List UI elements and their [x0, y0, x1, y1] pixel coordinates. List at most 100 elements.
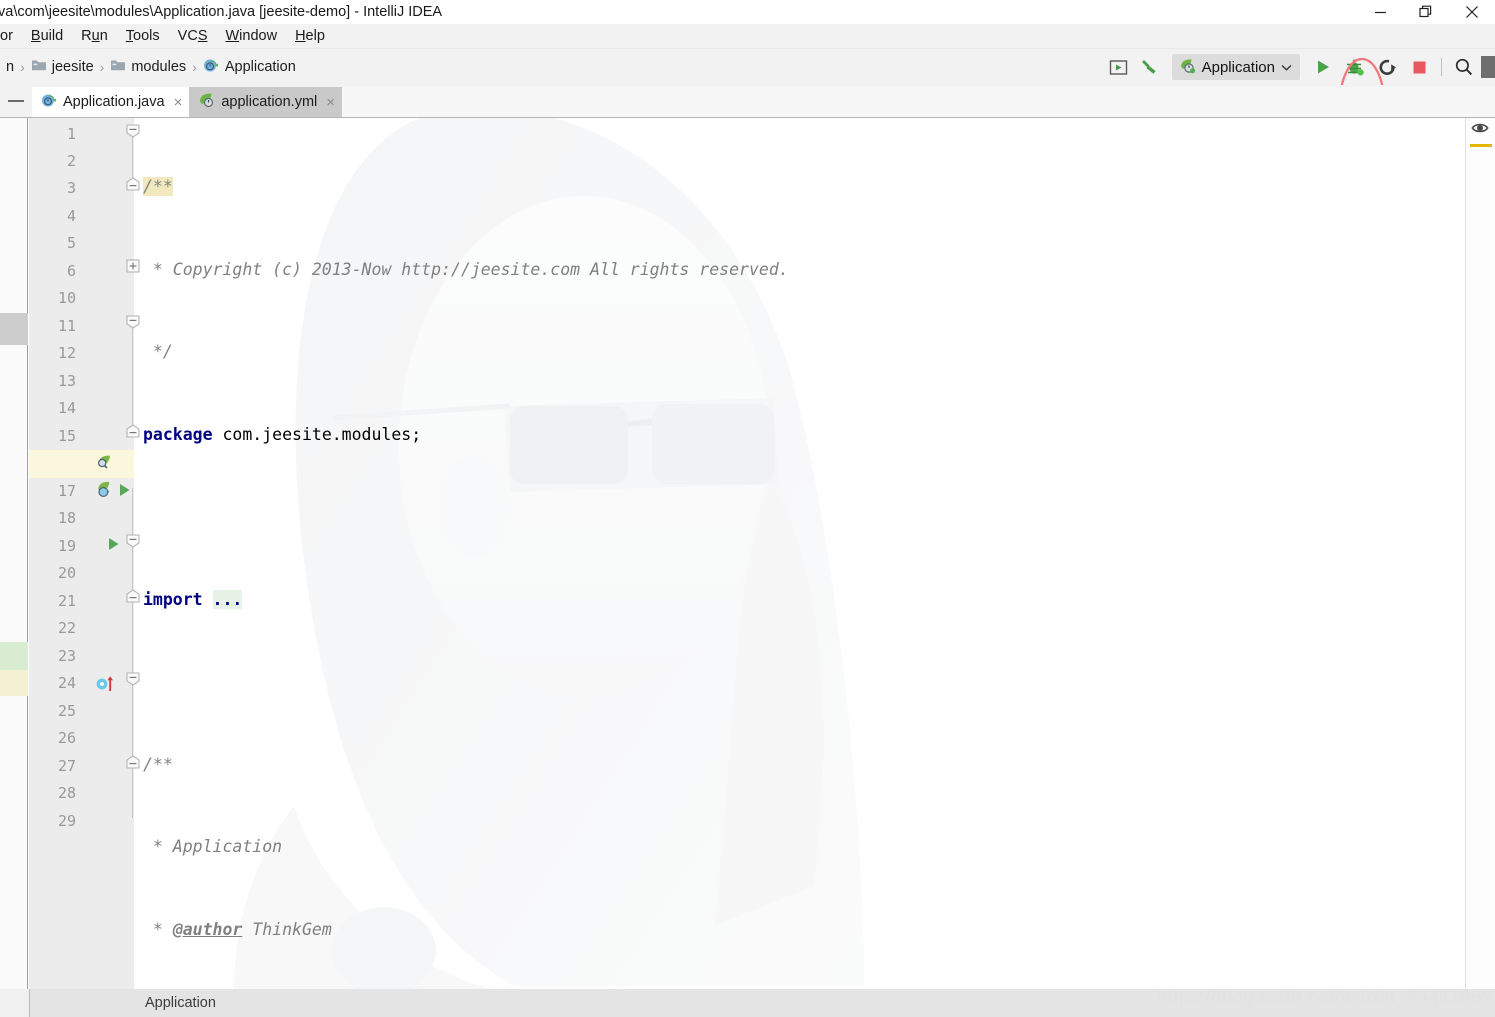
- code-line[interactable]: import ...: [134, 586, 1465, 614]
- menu-item-window[interactable]: Window: [216, 26, 286, 47]
- navigation-bar: n › jeesite › modules › Application Appl…: [0, 49, 1495, 149]
- minimize-button[interactable]: [1357, 0, 1403, 24]
- stop-button[interactable]: [1404, 52, 1434, 82]
- tool-window-strip[interactable]: [0, 118, 28, 989]
- breadcrumb-separator: ›: [192, 59, 197, 75]
- spring-boot-class-icon[interactable]: [95, 480, 115, 505]
- select-opened-file-icon[interactable]: [1104, 52, 1134, 82]
- strip-band-grey: [0, 313, 28, 345]
- menu-item-vcs[interactable]: VCS: [169, 26, 217, 47]
- menu-bar: or Build Run Tools VCS Window Help: [0, 24, 1495, 49]
- line-number: 27: [57, 757, 76, 775]
- tab-bar-filler: [342, 87, 1495, 117]
- line-number: 1: [66, 125, 76, 143]
- line-number: 10: [57, 289, 76, 307]
- code-line[interactable]: */: [134, 338, 1465, 366]
- code-line[interactable]: * Copyright (c) 2013-Now http://jeesite.…: [134, 256, 1465, 284]
- toolbar-edge-clipped-icon[interactable]: [1481, 56, 1495, 78]
- gutter-caret-line-highlight: [29, 450, 134, 478]
- tab-application-java[interactable]: Application.java ×: [32, 87, 190, 117]
- code-line[interactable]: /**: [134, 751, 1465, 779]
- run-button[interactable]: [1308, 52, 1338, 82]
- breadcrumb: n › jeesite › modules › Application: [0, 56, 300, 78]
- breadcrumb-item-jeesite[interactable]: jeesite: [27, 57, 98, 77]
- run-with-coverage-button[interactable]: [1372, 52, 1402, 82]
- toolbar-separator: [1441, 58, 1442, 76]
- fold-region-line: [132, 680, 133, 762]
- overridden-method-icon[interactable]: [95, 675, 117, 698]
- build-project-hammer-icon[interactable]: [1136, 52, 1166, 82]
- line-number: 19: [57, 537, 76, 555]
- status-bar-left-gap: [0, 989, 30, 1017]
- breadcrumb-item-module[interactable]: n: [2, 58, 18, 76]
- tab-label: Application.java: [63, 94, 165, 110]
- spring-boot-config-icon: [1178, 57, 1197, 78]
- code-line[interactable]: /**: [134, 173, 1465, 201]
- editor-tab-bar: Application.java × application.yml ×: [0, 85, 1495, 117]
- line-number: 13: [57, 372, 76, 390]
- editor-marker-bar[interactable]: [1465, 118, 1495, 989]
- breadcrumb-item-label: Application: [224, 59, 296, 75]
- run-configuration-label: Application: [1201, 58, 1275, 76]
- line-number: 15: [57, 427, 76, 445]
- menu-item-build[interactable]: Build: [22, 26, 72, 47]
- line-number: 17: [57, 482, 76, 500]
- folder-icon: [110, 58, 126, 76]
- status-bar-text: Application: [145, 995, 216, 1011]
- line-number: 11: [57, 317, 76, 335]
- line-number: 14: [57, 399, 76, 417]
- folder-icon: [31, 58, 47, 76]
- strip-band-yellow: [0, 670, 28, 696]
- tab-close-icon[interactable]: ×: [174, 94, 183, 111]
- tab-close-icon[interactable]: ×: [326, 94, 335, 111]
- line-number: 24: [57, 674, 76, 692]
- line-number: 28: [57, 784, 76, 802]
- menu-item-help[interactable]: Help: [286, 26, 334, 47]
- breadcrumb-item-application[interactable]: Application: [199, 56, 300, 78]
- code-line[interactable]: package com.jeesite.modules;: [134, 421, 1465, 449]
- title-bar: va\com\jeesite\modules\Application.java …: [0, 0, 1495, 24]
- code-line[interactable]: * Application: [134, 833, 1465, 861]
- line-number: 5: [66, 234, 76, 252]
- code-text-area[interactable]: /** * Copyright (c) 2013-Now http://jees…: [134, 118, 1465, 989]
- line-number: 23: [57, 647, 76, 665]
- line-number: 4: [66, 207, 76, 225]
- line-number: 22: [57, 619, 76, 637]
- menu-item-run[interactable]: Run: [72, 26, 117, 47]
- run-configuration-selector[interactable]: Application: [1171, 54, 1300, 80]
- line-number: 29: [57, 812, 76, 830]
- editor: 1 2 3 4 5 6 10 11 12 13 14 15 16 17 18 1…: [0, 117, 1495, 989]
- debug-button[interactable]: [1340, 52, 1370, 82]
- editor-gutter[interactable]: 1 2 3 4 5 6 10 11 12 13 14 15 16 17 18 1…: [29, 118, 134, 989]
- spring-bean-inspect-icon[interactable]: [95, 453, 115, 478]
- restore-button[interactable]: [1403, 0, 1449, 24]
- breadcrumb-separator: ›: [20, 59, 25, 75]
- tab-application-yml[interactable]: application.yml ×: [189, 87, 343, 117]
- menu-item-tools[interactable]: Tools: [117, 26, 169, 47]
- line-number: 20: [57, 564, 76, 582]
- eye-icon[interactable]: [1471, 120, 1489, 141]
- search-icon[interactable]: [1449, 52, 1479, 82]
- chevron-down-icon[interactable]: [1280, 59, 1293, 76]
- line-number: 26: [57, 729, 76, 747]
- code-line[interactable]: [134, 668, 1465, 696]
- csdn-watermark: https://blog.csdn.net/weixin_44411569: [1156, 987, 1493, 1008]
- breadcrumb-separator: ›: [99, 59, 105, 75]
- line-number: 2: [66, 152, 76, 170]
- spring-yml-icon: [198, 92, 216, 112]
- run-gutter-icon[interactable]: [106, 536, 121, 557]
- menu-item-refactor[interactable]: or: [0, 26, 22, 47]
- line-number: 6: [66, 262, 76, 280]
- code-lines: /** * Copyright (c) 2013-Now http://jees…: [134, 118, 1465, 989]
- warning-marker-stripe[interactable]: [1470, 144, 1492, 147]
- window-title: va\com\jeesite\modules\Application.java …: [0, 4, 443, 20]
- line-number: 21: [57, 592, 76, 610]
- close-button[interactable]: [1449, 0, 1495, 24]
- line-number: 12: [57, 344, 76, 362]
- hide-toolwindow-button[interactable]: [0, 85, 32, 117]
- breadcrumb-item-label: n: [6, 59, 15, 75]
- code-line[interactable]: [134, 503, 1465, 531]
- code-line[interactable]: * @author ThinkGem: [134, 916, 1465, 944]
- java-class-icon: [203, 57, 220, 77]
- breadcrumb-item-modules[interactable]: modules: [106, 57, 190, 77]
